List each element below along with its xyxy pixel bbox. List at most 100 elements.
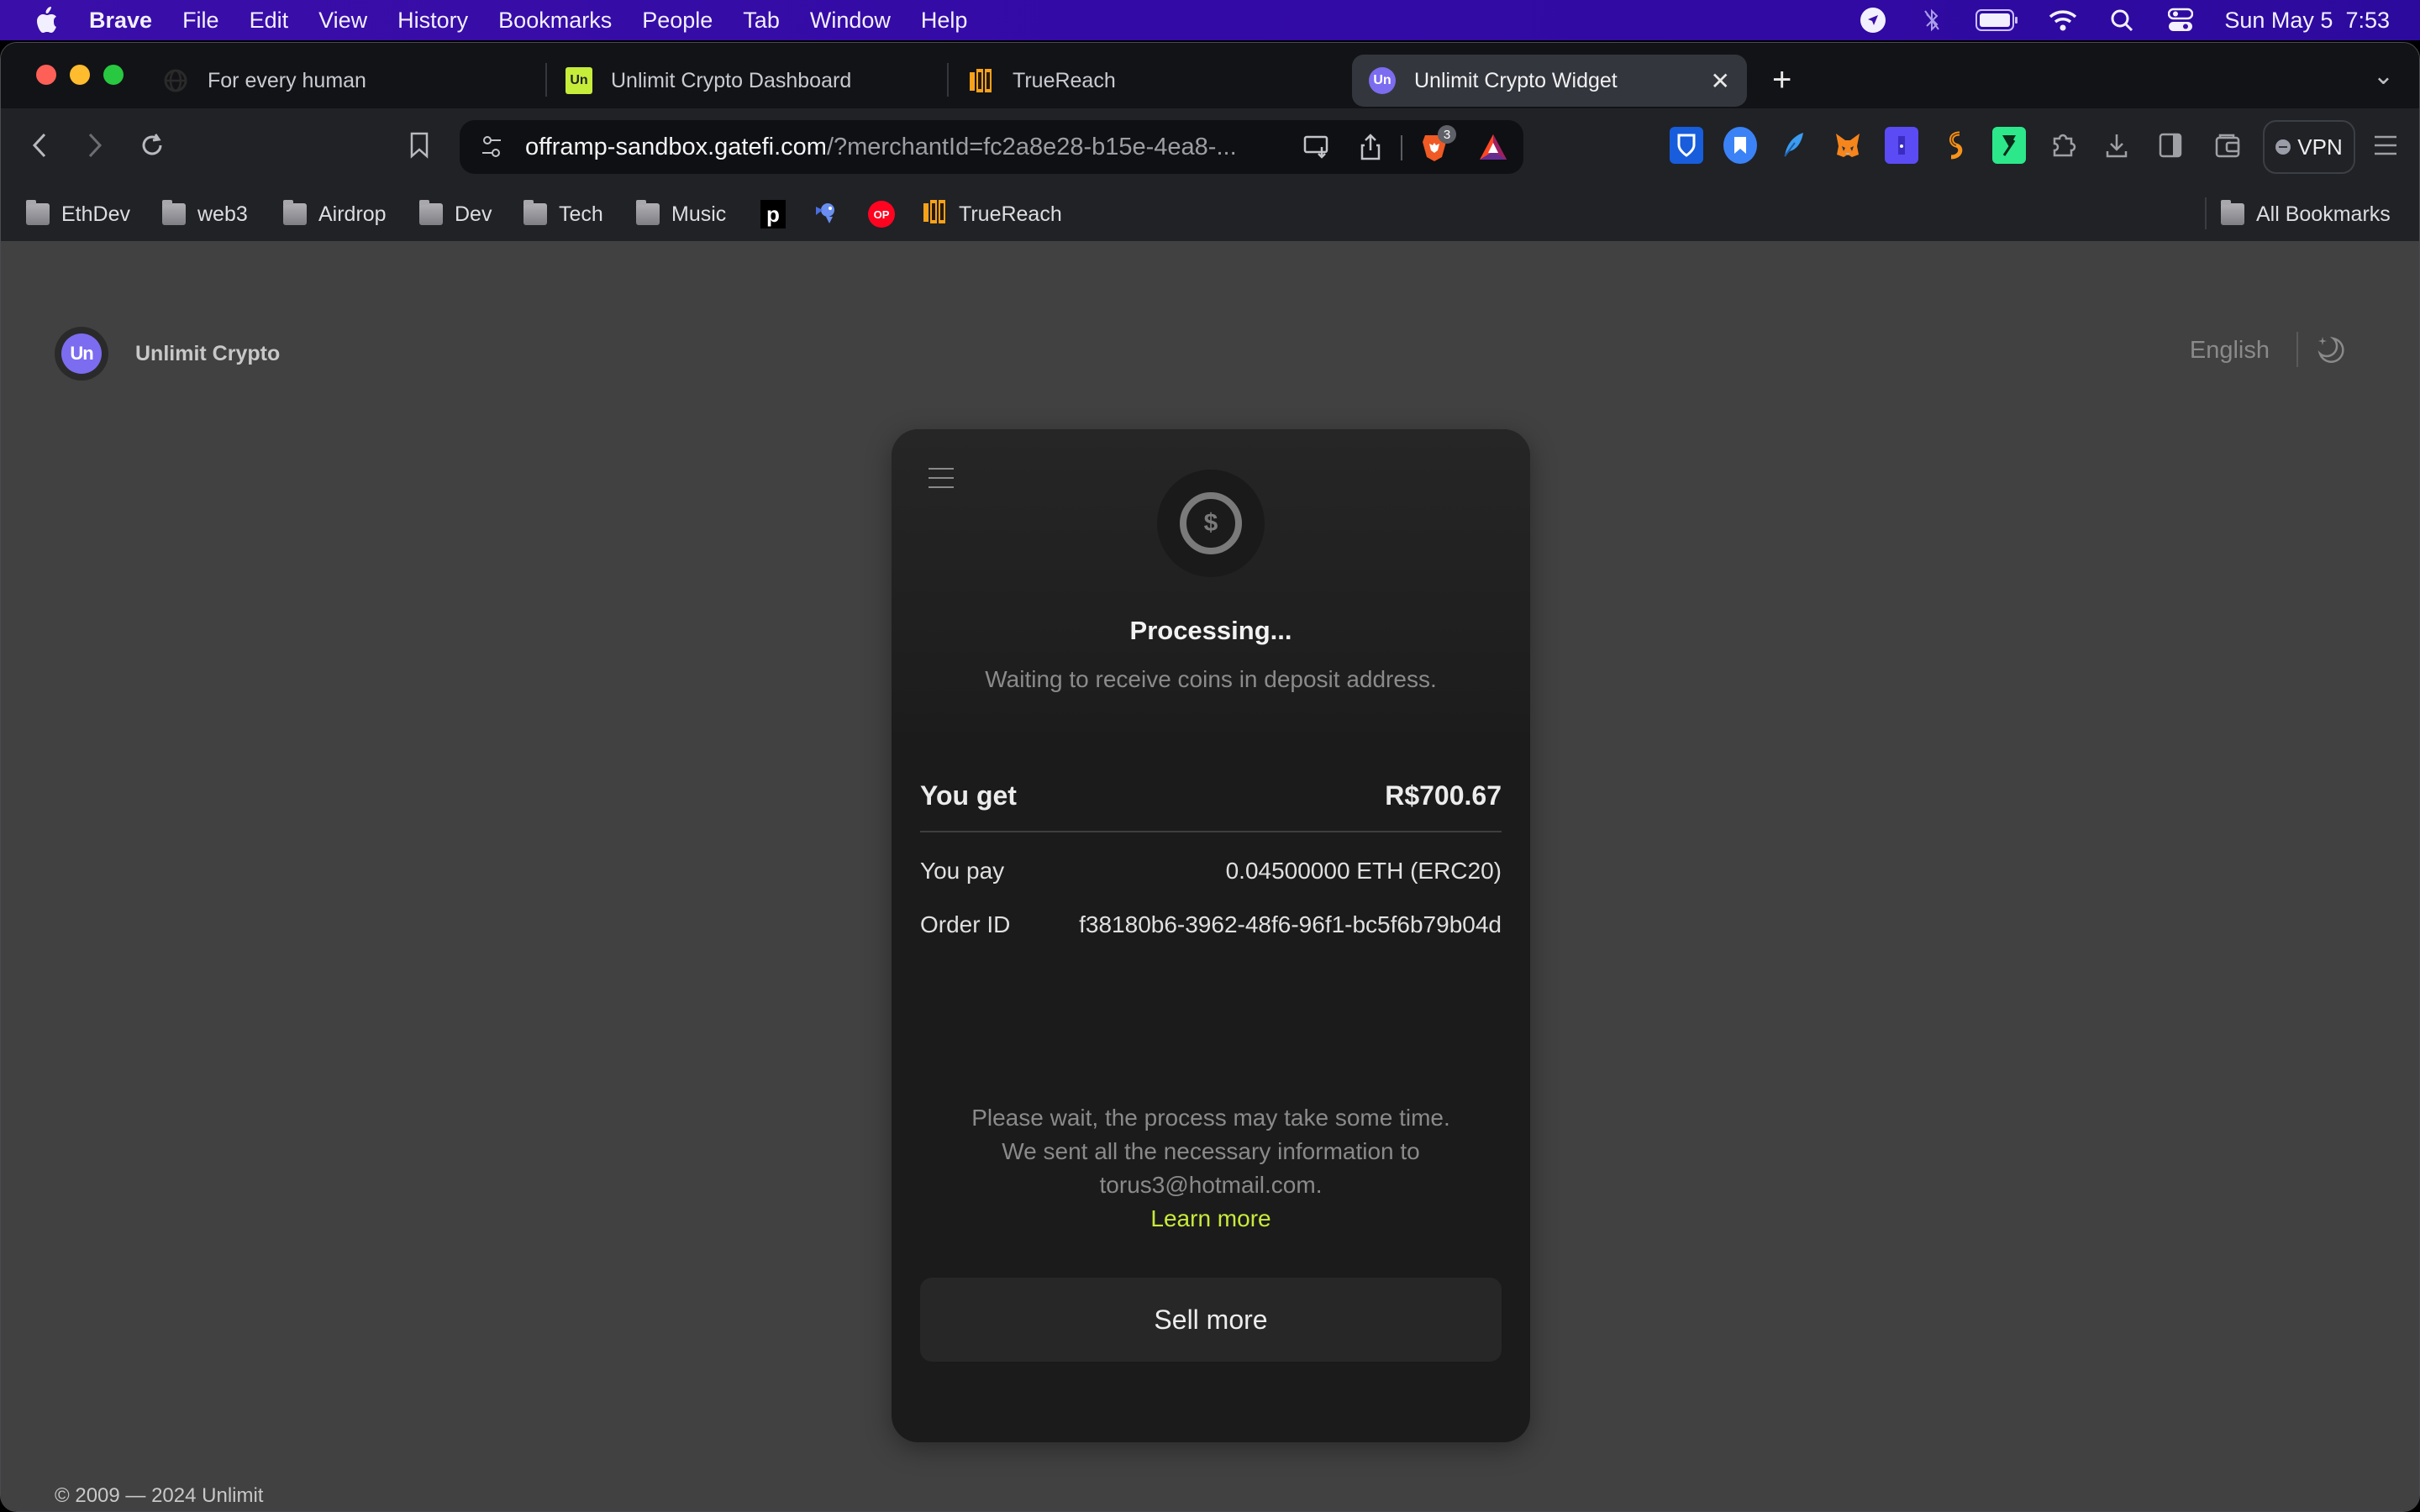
theme-toggle-moon-icon[interactable] (2315, 333, 2349, 367)
bookmark-p-site[interactable]: p (760, 199, 786, 229)
back-button[interactable] (19, 125, 60, 165)
bookmark-page-button[interactable] (399, 125, 439, 165)
logo-text: Un (61, 333, 102, 374)
cast-install-icon[interactable] (1300, 130, 1334, 164)
tab-unlimit-crypto-dashboard[interactable]: Un Unlimit Crypto Dashboard (566, 55, 935, 107)
p-site-icon: p (760, 200, 786, 228)
tab-separator (947, 63, 949, 97)
chain-ext-icon[interactable] (1939, 127, 1972, 164)
control-center-icon[interactable] (2165, 5, 2196, 35)
brand-header[interactable]: Un Unlimit Crypto (55, 327, 280, 381)
maximize-window-button[interactable] (103, 65, 124, 85)
download-icon[interactable] (2100, 127, 2133, 164)
learn-more-link[interactable]: Learn more (892, 1202, 1530, 1236)
battery-icon[interactable] (1975, 5, 2019, 35)
status-icon-container: $ (1157, 470, 1265, 577)
share-icon[interactable] (1354, 130, 1387, 164)
menu-help[interactable]: Help (921, 8, 968, 34)
unlimit-purple-icon: Un (1369, 67, 1396, 94)
bluetooth-off-icon[interactable] (1917, 5, 1947, 35)
bookmark-label: Music (671, 202, 727, 226)
menu-people[interactable]: People (642, 8, 713, 34)
tab-truereach[interactable]: TrueReach (967, 55, 1337, 107)
bookmarks-separator (2205, 197, 2207, 229)
new-tab-button[interactable]: + (1772, 60, 1791, 100)
green-ext-icon[interactable] (1992, 127, 2026, 164)
vpn-label: VPN (2297, 134, 2343, 160)
url-path: /?merchantId=fc2a8e28-b15e-4ea8-... (826, 133, 1237, 160)
brave-rewards-bat-icon[interactable] (1476, 130, 1510, 164)
puzzle-extensions-icon[interactable] (2046, 127, 2080, 164)
brave-shields-icon[interactable]: 3 (1418, 125, 1456, 164)
tab-for-every-human[interactable]: For every human (162, 55, 532, 107)
bookmark-label: TrueReach (959, 202, 1062, 226)
notice-line-2: We sent all the necessary information to (1002, 1138, 1420, 1164)
wifi-icon[interactable] (2048, 5, 2078, 35)
site-settings-icon[interactable] (475, 130, 508, 164)
bookmark-folder-airdrop[interactable]: Airdrop (283, 199, 387, 229)
menu-window[interactable]: Window (810, 8, 891, 34)
bookmark-folder-dev[interactable]: Dev (419, 199, 492, 229)
bookmark-folder-music[interactable]: Music (636, 199, 726, 229)
apple-menu-icon[interactable] (34, 6, 59, 34)
language-selector[interactable]: English (2190, 337, 2270, 365)
menu-bookmarks[interactable]: Bookmarks (498, 8, 612, 34)
minimize-window-button[interactable] (70, 65, 90, 85)
address-bar[interactable]: offramp-sandbox.gatefi.com/?merchantId=f… (460, 120, 1523, 174)
globe-ring-icon (162, 67, 189, 94)
menu-view[interactable]: View (318, 8, 367, 34)
you-pay-value: 0.04500000 ETH (ERC20) (1225, 858, 1502, 884)
bitwarden-icon[interactable] (1670, 127, 1703, 164)
wallet-icon[interactable] (2211, 127, 2244, 164)
close-window-button[interactable] (36, 65, 56, 85)
unlimit-green-icon: Un (566, 67, 592, 94)
sell-more-button[interactable]: Sell more (920, 1278, 1502, 1362)
bookmark-label: web3 (197, 202, 248, 226)
bookmark-op-site[interactable]: OP (868, 199, 895, 229)
vpn-button[interactable]: VPN (2263, 120, 2355, 174)
menu-history[interactable]: History (397, 8, 468, 34)
order-id-label: Order ID (920, 911, 1011, 937)
metamask-icon[interactable] (1831, 127, 1865, 164)
bookmark-folder-ethdev[interactable]: EthDev (26, 199, 130, 229)
close-tab-icon[interactable]: ✕ (1711, 67, 1730, 95)
unlimit-logo-icon: Un (55, 327, 108, 381)
processing-notice: Please wait, the process may take some t… (892, 1101, 1530, 1236)
order-id-value[interactable]: f38180b6-3962-48f6-96f1-bc5f6b79b04d (1079, 911, 1502, 938)
feather-ext-icon[interactable] (1777, 127, 1811, 164)
bookmark-label: Tech (559, 202, 603, 226)
bookmark-ext-icon[interactable] (1723, 127, 1757, 164)
menu-file[interactable]: File (182, 8, 219, 34)
you-get-label: You get (920, 780, 1017, 811)
menu-bar-clock[interactable]: Sun May 5 7:53 (2224, 8, 2390, 34)
folder-icon (419, 200, 443, 225)
all-bookmarks-label: All Bookmarks (2256, 202, 2391, 226)
menu-app-brave[interactable]: Brave (89, 8, 152, 34)
bookmark-folder-web3[interactable]: web3 (162, 199, 248, 229)
sidebar-icon[interactable] (2154, 127, 2187, 164)
reload-button[interactable] (132, 125, 172, 165)
forward-button[interactable] (75, 125, 115, 165)
url-text[interactable]: offramp-sandbox.gatefi.com/?merchantId=f… (525, 134, 1237, 161)
menu-edit[interactable]: Edit (250, 8, 289, 34)
spotlight-search-icon[interactable] (2107, 5, 2137, 35)
you-pay-row: You pay 0.04500000 ETH (ERC20) (920, 858, 1502, 885)
folder-icon (283, 200, 307, 225)
menu-tab[interactable]: Tab (743, 8, 780, 34)
tab-title: TrueReach (1013, 68, 1116, 92)
status-title: Processing... (1129, 616, 1292, 645)
location-icon[interactable] (1858, 5, 1888, 35)
bookmark-folder-tech[interactable]: Tech (523, 199, 603, 229)
bookmark-truereach[interactable]: TrueReach (922, 199, 1062, 229)
tab-unlimit-crypto-widget[interactable]: Un Unlimit Crypto Widget ✕ (1352, 55, 1747, 107)
dollar-coin-icon: $ (1180, 492, 1242, 554)
tab-title: Unlimit Crypto Widget (1414, 68, 1618, 92)
purple-ext-icon[interactable] (1885, 127, 1918, 164)
bird-site-icon (813, 198, 841, 231)
folder-icon (26, 200, 50, 225)
bookmark-bird-site[interactable] (813, 199, 841, 229)
tab-search-chevron-icon[interactable]: ⌄ (2373, 61, 2394, 91)
app-menu-icon[interactable] (2369, 127, 2402, 164)
all-bookmarks-button[interactable]: All Bookmarks (2221, 199, 2391, 229)
widget-menu-icon[interactable] (929, 468, 954, 488)
